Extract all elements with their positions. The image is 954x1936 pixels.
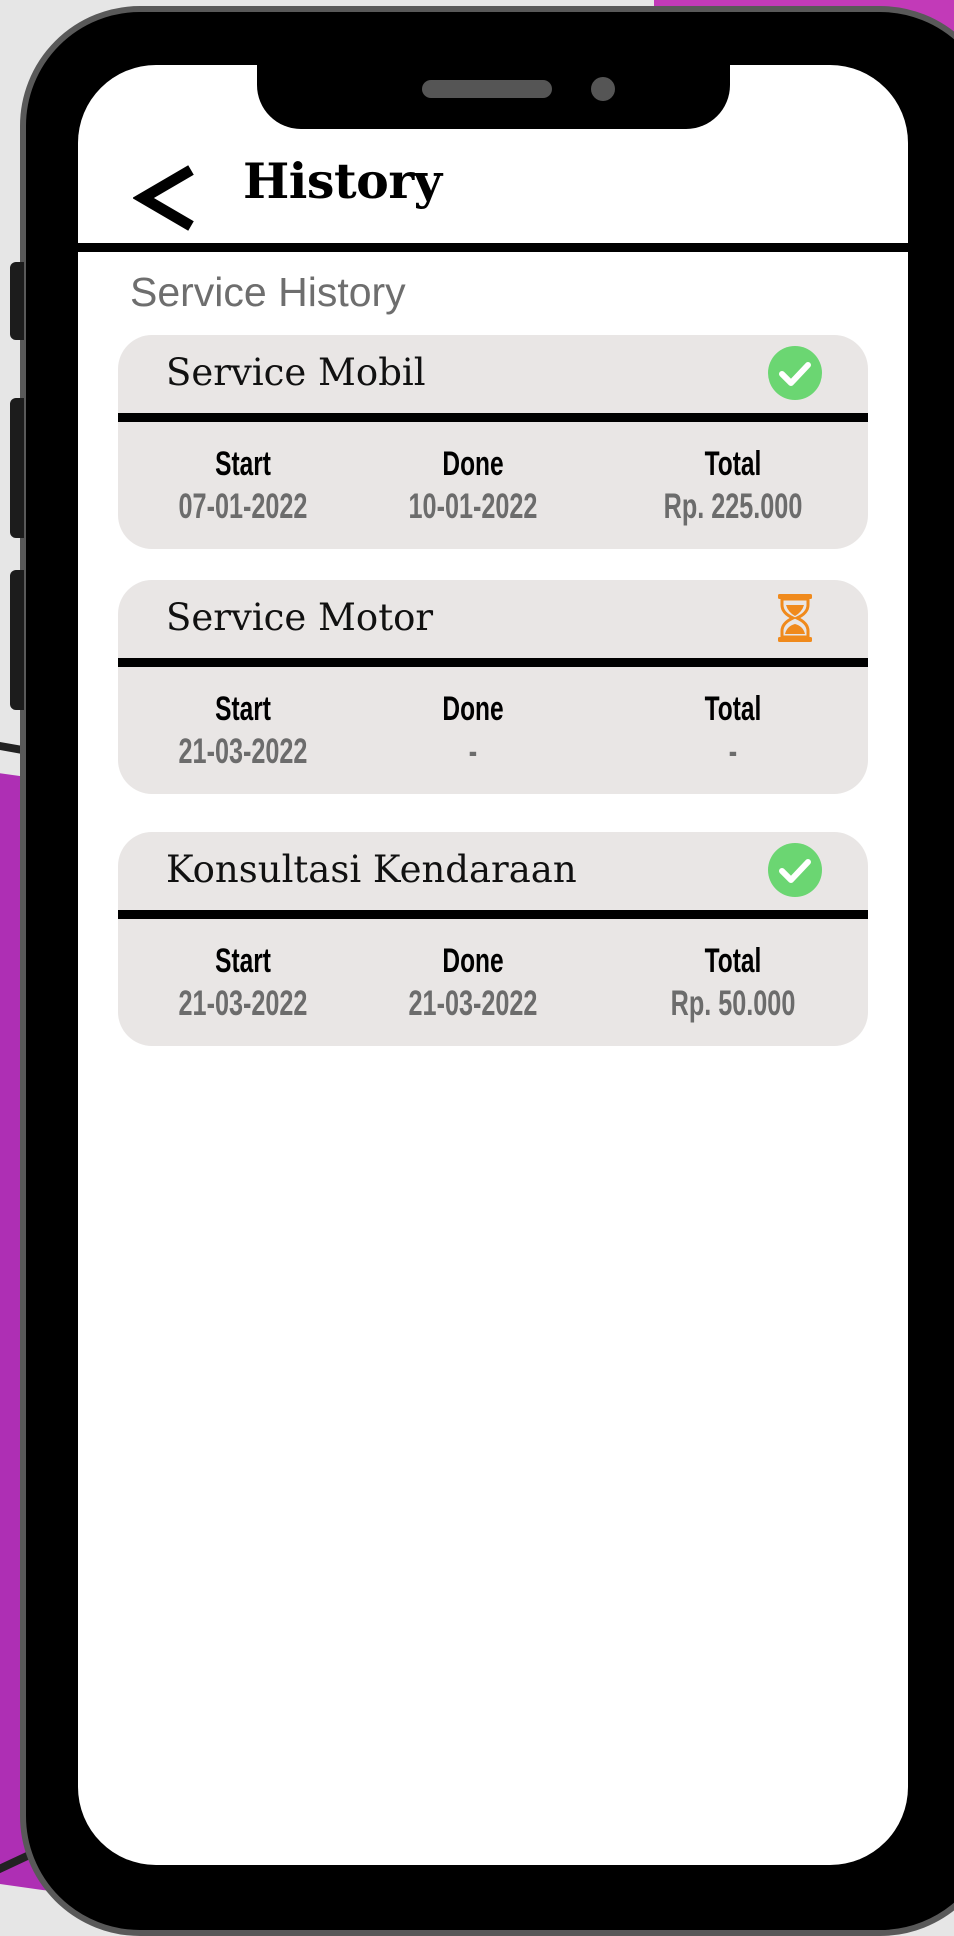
phone-camera	[591, 77, 615, 101]
start-column: Start 07-01-2022	[133, 444, 353, 530]
check-circle-icon	[768, 346, 822, 400]
card-body: Start 07-01-2022 Done 10-01-2022 Total R…	[118, 422, 868, 549]
service-name: Konsultasi Kendaraan	[166, 848, 577, 891]
done-column: Done 21-03-2022	[363, 941, 583, 1027]
total-column: Total Rp. 225.000	[623, 444, 843, 530]
history-card[interactable]: Service Mobil Start 07-01-2022 Done 10-0…	[118, 335, 868, 549]
app-screen: History Service History Service Mobil St…	[78, 65, 908, 1865]
total-value: -	[728, 732, 738, 771]
phone-speaker	[422, 80, 552, 98]
start-label: Start	[215, 445, 271, 483]
back-button[interactable]	[132, 160, 203, 240]
history-card[interactable]: Service Motor Start 21-03-2022 Done - To…	[118, 580, 868, 794]
done-column: Done -	[363, 689, 583, 775]
total-label: Total	[704, 942, 762, 980]
service-name: Service Motor	[166, 596, 434, 639]
hourglass-icon	[778, 594, 812, 642]
done-label: Done	[442, 690, 504, 728]
start-label: Start	[215, 690, 271, 728]
phone-side-button	[10, 398, 24, 538]
card-body: Start 21-03-2022 Done 21-03-2022 Total R…	[118, 919, 868, 1046]
back-chevron-icon	[132, 165, 194, 231]
start-column: Start 21-03-2022	[133, 689, 353, 775]
history-card[interactable]: Konsultasi Kendaraan Start 21-03-2022 Do…	[118, 832, 868, 1046]
done-value: 21-03-2022	[408, 984, 538, 1023]
done-label: Done	[442, 445, 504, 483]
page-title: History	[243, 152, 442, 210]
start-value: 07-01-2022	[178, 487, 308, 526]
total-label: Total	[704, 690, 762, 728]
check-circle-icon	[768, 843, 822, 897]
card-header: Service Motor	[118, 580, 868, 667]
phone-side-button	[10, 570, 24, 710]
done-column: Done 10-01-2022	[363, 444, 583, 530]
total-column: Total -	[623, 689, 843, 775]
total-label: Total	[704, 445, 762, 483]
done-value: -	[468, 732, 478, 771]
total-value: Rp. 225.000	[663, 487, 803, 526]
section-title: Service History	[130, 269, 406, 315]
start-label: Start	[215, 942, 271, 980]
start-value: 21-03-2022	[178, 732, 308, 771]
card-body: Start 21-03-2022 Done - Total -	[118, 667, 868, 794]
start-column: Start 21-03-2022	[133, 941, 353, 1027]
start-value: 21-03-2022	[178, 984, 308, 1023]
done-label: Done	[442, 942, 504, 980]
phone-side-button	[10, 262, 24, 340]
total-column: Total Rp. 50.000	[623, 941, 843, 1027]
total-value: Rp. 50.000	[670, 984, 796, 1023]
card-header: Service Mobil	[118, 335, 868, 422]
done-value: 10-01-2022	[408, 487, 538, 526]
card-header: Konsultasi Kendaraan	[118, 832, 868, 919]
service-name: Service Mobil	[166, 351, 426, 394]
